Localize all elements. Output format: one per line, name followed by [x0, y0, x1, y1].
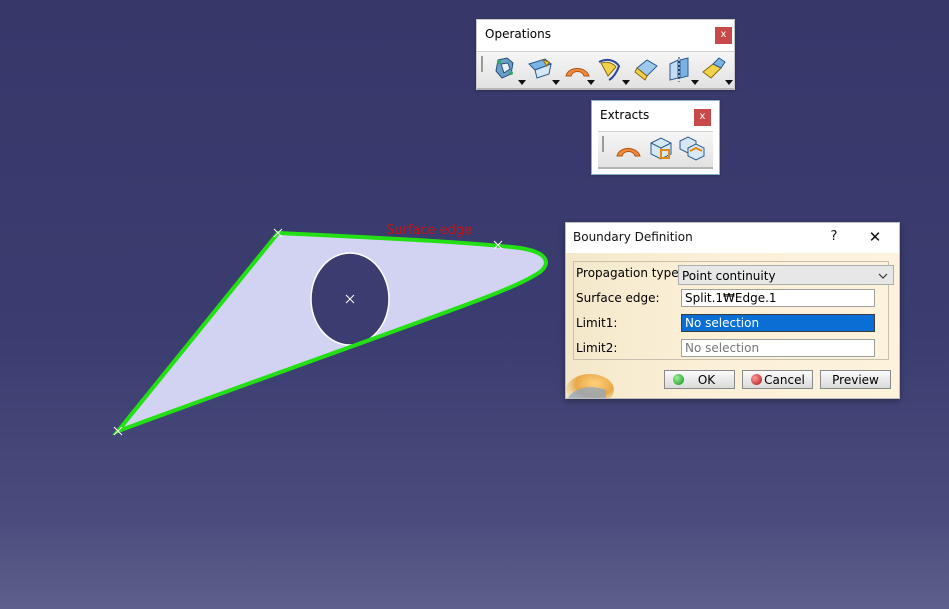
- extract-tool-button[interactable]: [631, 54, 661, 84]
- propagation-type-label: Propagation type:: [576, 266, 683, 280]
- dropdown-arrow-icon[interactable]: [725, 80, 733, 85]
- join-icon: [495, 57, 514, 79]
- ok-button-label: OK: [697, 373, 716, 387]
- ok-button[interactable]: OK: [664, 370, 735, 389]
- chevron-down-icon: [877, 266, 889, 292]
- propagation-type-select[interactable]: Point continuity: [678, 265, 894, 285]
- help-button[interactable]: ?: [824, 227, 844, 247]
- dialog-title: Boundary Definition: [573, 230, 693, 244]
- extract-tool-button[interactable]: [645, 134, 675, 164]
- cancel-button[interactable]: Cancel: [742, 370, 813, 389]
- multiple-extract-tool-button[interactable]: [676, 134, 706, 164]
- boundary-icon: [598, 58, 621, 81]
- extract-icon: [634, 59, 658, 81]
- dropdown-arrow-icon[interactable]: [622, 80, 630, 85]
- dropdown-arrow-icon[interactable]: [587, 80, 595, 85]
- limit1-label: Limit1:: [576, 316, 618, 330]
- healing-icon: [528, 58, 552, 79]
- cancel-status-icon: [751, 374, 762, 385]
- close-toolbar-button[interactable]: x: [694, 109, 711, 126]
- join-tool-button[interactable]: [491, 54, 521, 84]
- boundary-tool-button[interactable]: [595, 54, 625, 84]
- toolbar-grip[interactable]: [481, 56, 483, 72]
- limit1-field[interactable]: No selection: [681, 314, 875, 332]
- toolbar-title: Extracts: [600, 108, 650, 122]
- extract-icon: [650, 137, 672, 160]
- limit2-label: Limit2:: [576, 341, 618, 355]
- dialog-body: Propagation type: Point continuity Surfa…: [566, 253, 899, 406]
- dropdown-arrow-icon[interactable]: [552, 80, 560, 85]
- propagation-type-value: Point continuity: [682, 269, 776, 283]
- limit2-field[interactable]: No selection: [681, 339, 875, 357]
- operations-toolbar[interactable]: Operations x: [476, 19, 735, 90]
- 3d-viewport[interactable]: Surface edge Operations x Extracts x Bou…: [0, 0, 949, 609]
- boundary-tool-button[interactable]: [614, 134, 644, 164]
- extracts-toolbar[interactable]: Extracts x: [591, 100, 720, 175]
- healing-tool-button[interactable]: [525, 54, 555, 84]
- ok-status-icon: [673, 374, 684, 385]
- split-icon: [669, 57, 689, 82]
- multiple-extract-icon: [679, 136, 705, 161]
- toolbar-grip[interactable]: [602, 136, 604, 152]
- app-logo-icon: [566, 370, 614, 406]
- preview-button[interactable]: Preview: [820, 370, 891, 389]
- toolbar-icon-row: [477, 51, 734, 90]
- toolbar-title: Operations: [485, 27, 551, 41]
- close-toolbar-button[interactable]: x: [715, 27, 732, 44]
- boundary-icon: [616, 148, 641, 157]
- toolbar-icon-row: [598, 131, 713, 169]
- parameters-frame: Propagation type: Point continuity Surfa…: [573, 261, 894, 360]
- close-dialog-button[interactable]: ✕: [863, 227, 887, 247]
- surface-edge-label: Surface edge:: [576, 291, 660, 305]
- surface-edge-field[interactable]: Split.1₩Edge.1: [681, 289, 875, 307]
- boundary-definition-dialog[interactable]: Boundary Definition ? ✕ Propagation type…: [565, 222, 900, 406]
- dropdown-arrow-icon[interactable]: [691, 80, 699, 85]
- surface-edge-label: Surface edge: [386, 223, 473, 238]
- split-tool-button[interactable]: [664, 54, 694, 84]
